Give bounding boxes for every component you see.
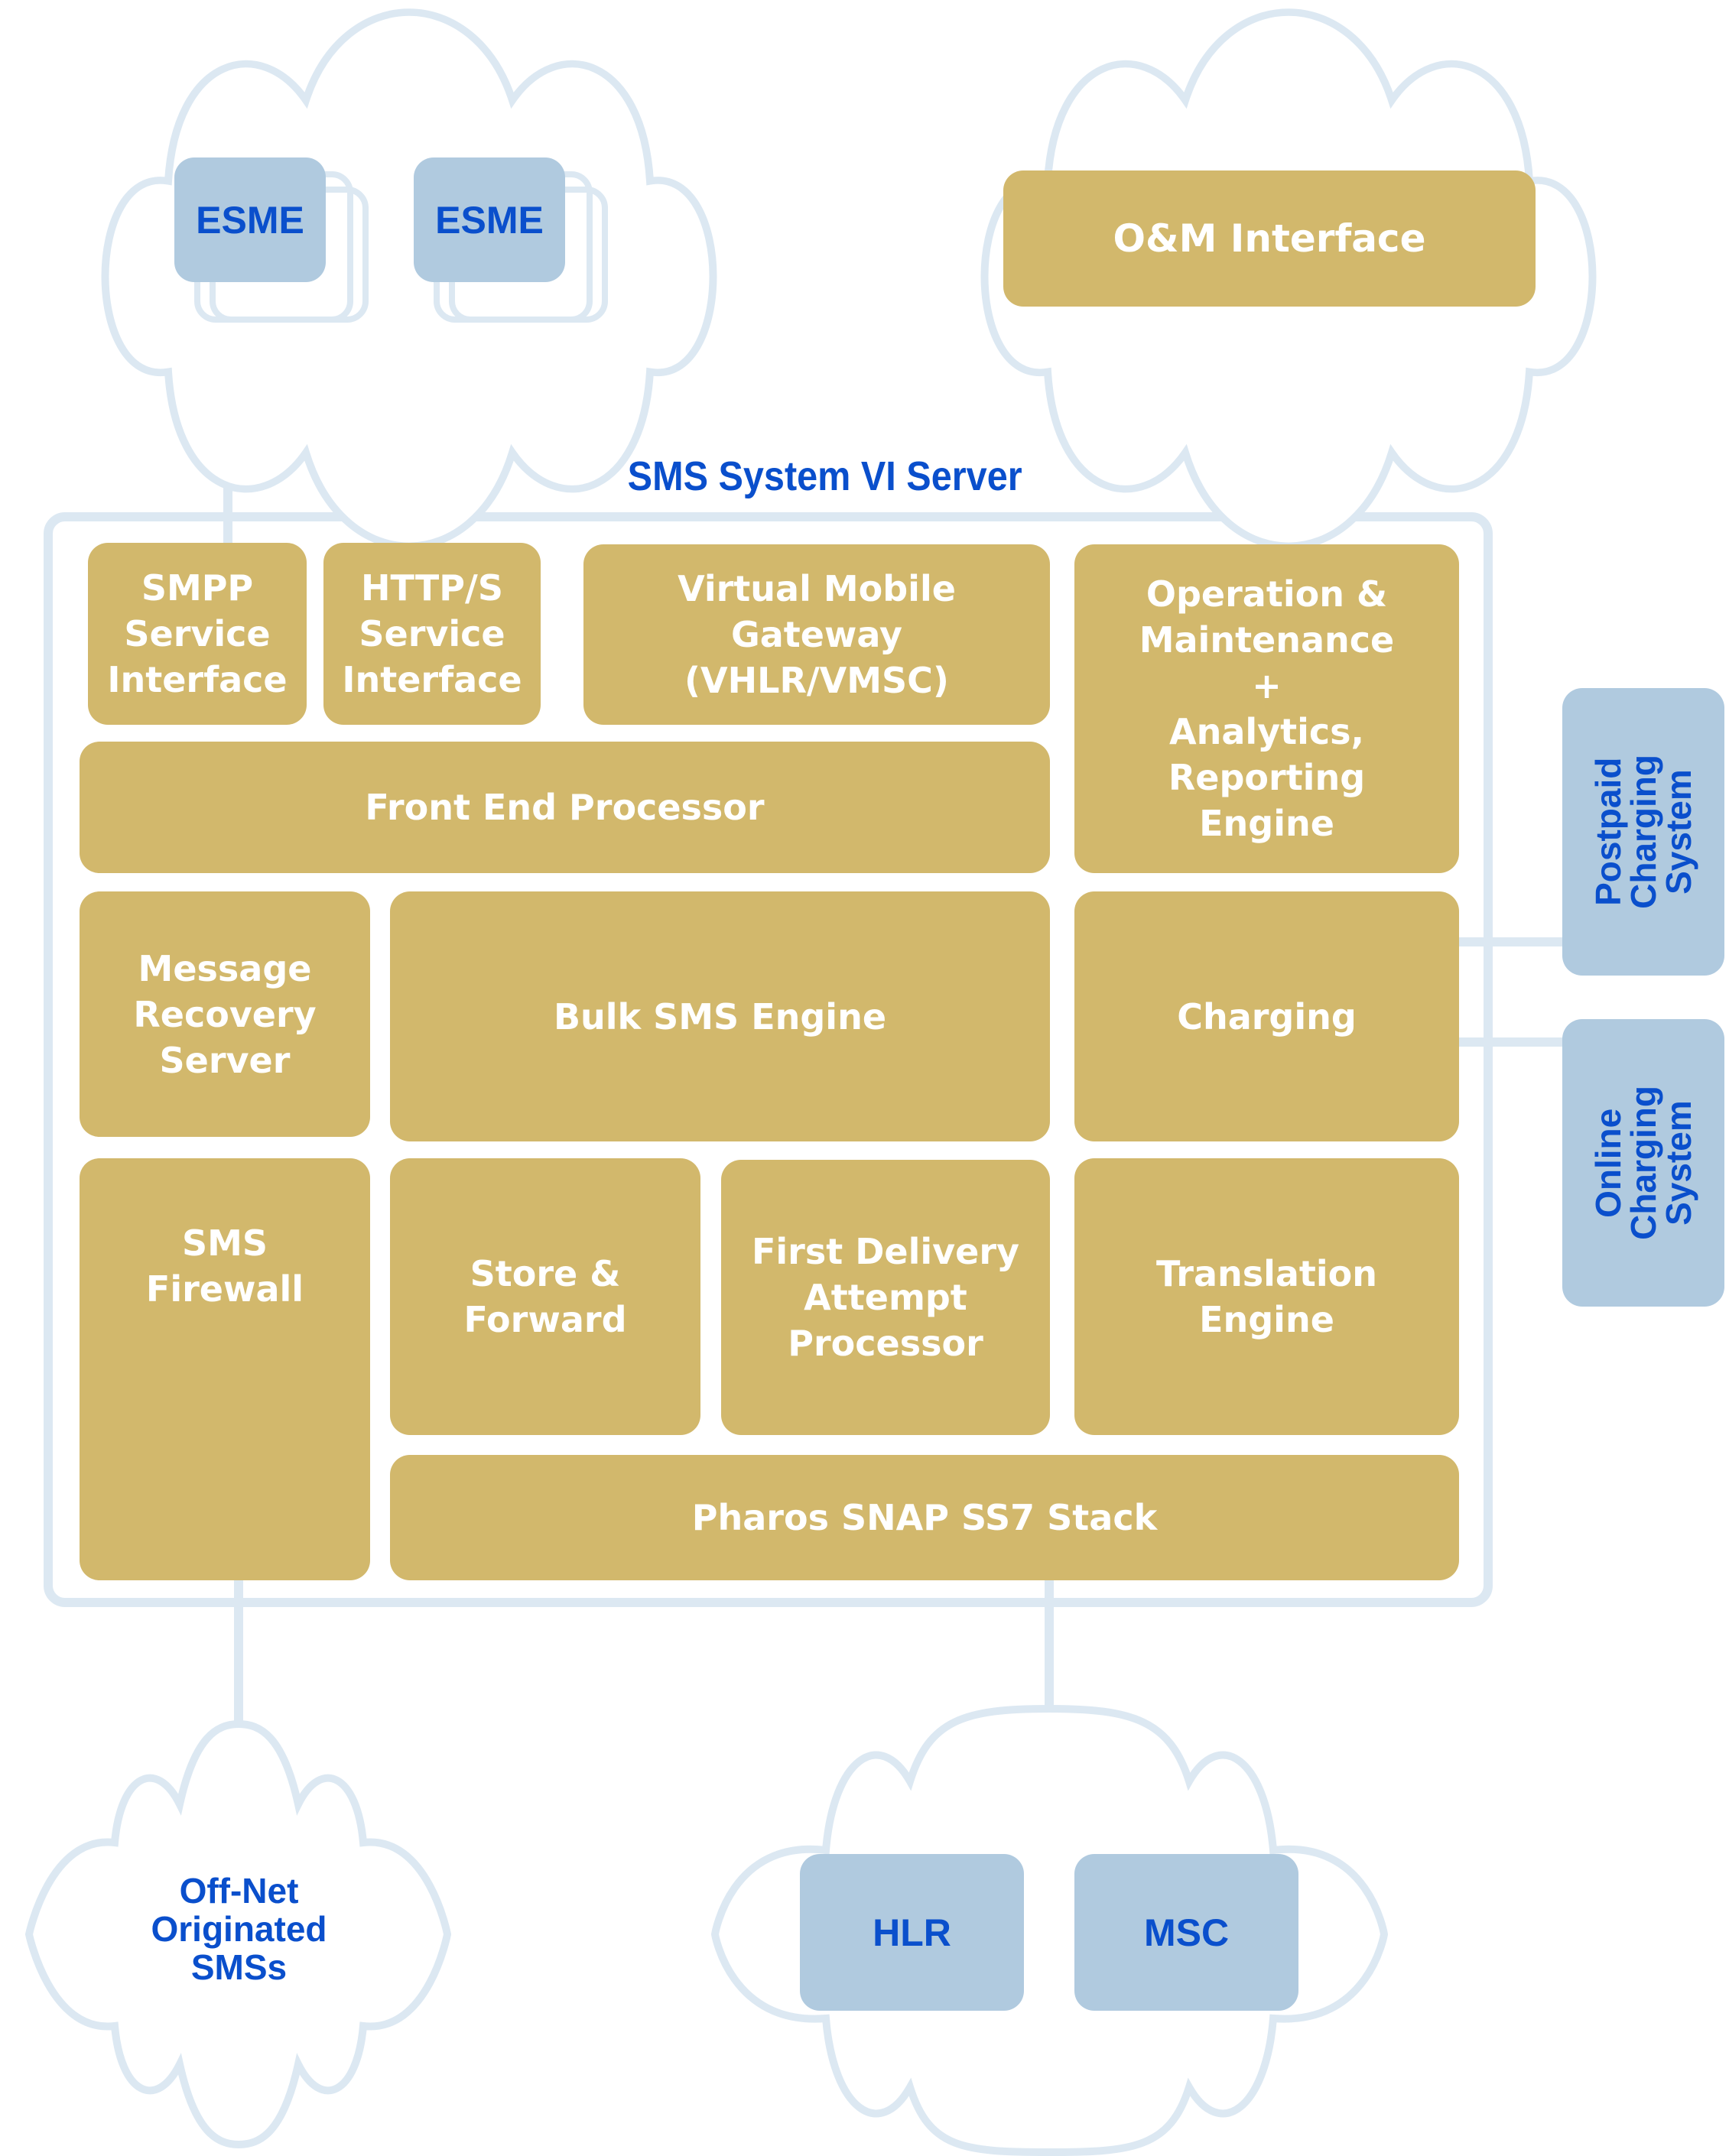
translation-engine: Translation Engine	[1074, 1158, 1459, 1435]
server-title: SMS System VI Server	[627, 453, 1022, 499]
front-end-processor: Front End Processor	[80, 742, 1050, 873]
http-service-interface: HTTP/S Service Interface	[323, 543, 541, 725]
online-charging-label: Online Charging System	[1588, 1086, 1698, 1240]
message-recovery-server: Message Recovery Server	[80, 891, 370, 1137]
virtual-mobile-gateway: Virtual Mobile Gateway (VHLR/VMSC)	[583, 544, 1050, 725]
online-charging-system: Online Charging System	[1562, 1019, 1724, 1307]
smpp-service-interface: SMPP Service Interface	[88, 543, 307, 725]
pharos-snap-ss7-stack: Pharos SNAP SS7 Stack	[390, 1455, 1459, 1580]
postpaid-charging-label: Postpaid Charging System	[1588, 755, 1698, 909]
hlr-box: HLR	[800, 1854, 1024, 2011]
postpaid-charging-system: Postpaid Charging System	[1562, 688, 1724, 976]
bulk-sms-engine: Bulk SMS Engine	[390, 891, 1050, 1141]
first-delivery-attempt-processor: First Delivery Attempt Processor	[721, 1160, 1050, 1435]
msc-box: MSC	[1074, 1854, 1298, 2011]
esme-box-1: ESME	[174, 157, 326, 282]
esme-box-2: ESME	[414, 157, 565, 282]
om-interface-box: O&M Interface	[1003, 170, 1536, 307]
charging-component: Charging	[1074, 891, 1459, 1141]
store-and-forward: Store & Forward	[390, 1158, 700, 1435]
sms-firewall: SMS Firewall	[80, 1158, 370, 1580]
offnet-originated-smss: Off-Net Originated SMSs	[151, 1871, 327, 1987]
operation-maintenance-engine: Operation & Maintenance + Analytics, Rep…	[1074, 544, 1459, 873]
